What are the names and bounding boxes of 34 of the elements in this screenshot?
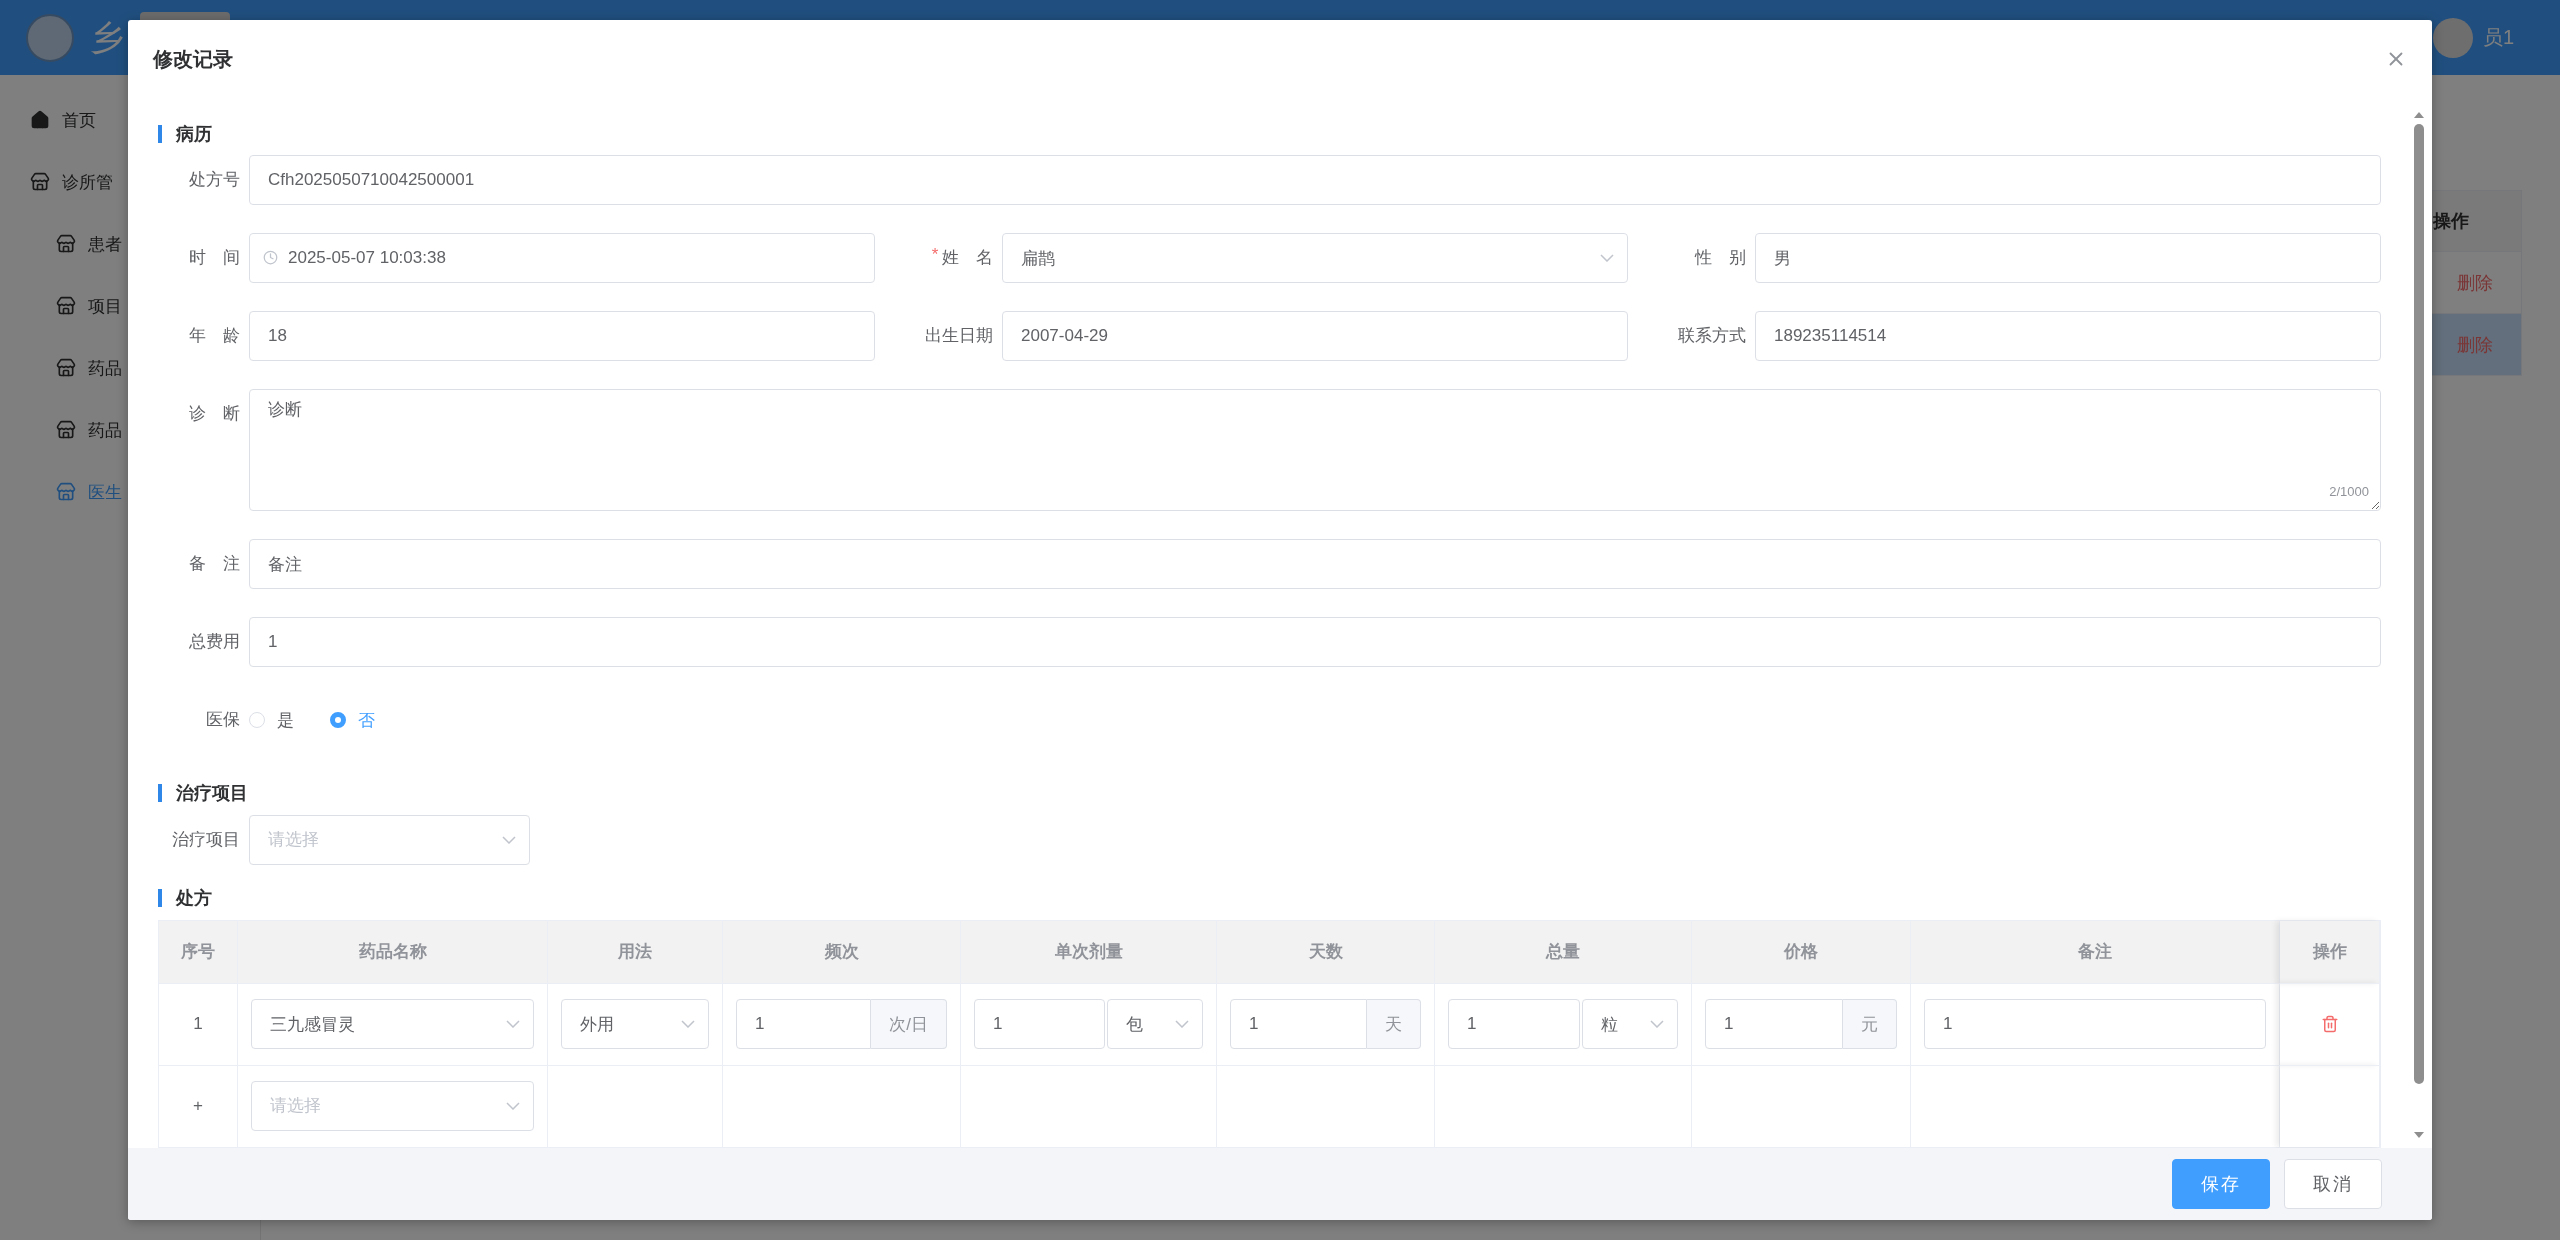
section-heading: 处方: [176, 887, 212, 911]
row-number: +: [193, 1096, 203, 1117]
field-label: 姓 名: [942, 247, 993, 270]
column-header: 序号: [159, 921, 238, 983]
column-header: 药品名称: [238, 921, 548, 983]
column-header: 总量: [1435, 921, 1692, 983]
field-label: 出生日期: [925, 325, 993, 348]
field-label: 年 龄: [189, 325, 240, 348]
field-label: 备 注: [189, 553, 240, 576]
section-heading: 病历: [176, 122, 212, 146]
field-label: 医保: [206, 709, 240, 732]
dialog-title: 修改记录: [153, 46, 233, 72]
field-label: 处方号: [189, 169, 240, 192]
column-header: 备注: [1911, 921, 2280, 983]
row-number: 1: [193, 1014, 203, 1035]
required-mark: *: [931, 244, 939, 267]
field-label: 诊 断: [189, 403, 240, 426]
unit-label: 天: [1367, 999, 1421, 1050]
column-header: 天数: [1217, 921, 1435, 983]
column-header: 操作: [2280, 921, 2380, 983]
app-title: 乡: [90, 16, 124, 58]
unit-label: 元: [1843, 999, 1897, 1050]
field-label: 性 别: [1695, 247, 1746, 270]
column-header: 价格: [1692, 921, 1911, 983]
section-heading: 治疗项目: [176, 782, 248, 805]
column-header: 用法: [548, 921, 723, 983]
field-label: 治疗项目: [172, 828, 240, 851]
field-label: 总费用: [189, 631, 240, 654]
user-name: 员1: [2482, 25, 2514, 50]
field-label: 时 间: [189, 247, 240, 270]
field-label: 联系方式: [1678, 325, 1746, 348]
column-header: 单次剂量: [961, 921, 1217, 983]
column-header: 频次: [723, 921, 961, 983]
unit-label: 次/日: [871, 999, 947, 1050]
